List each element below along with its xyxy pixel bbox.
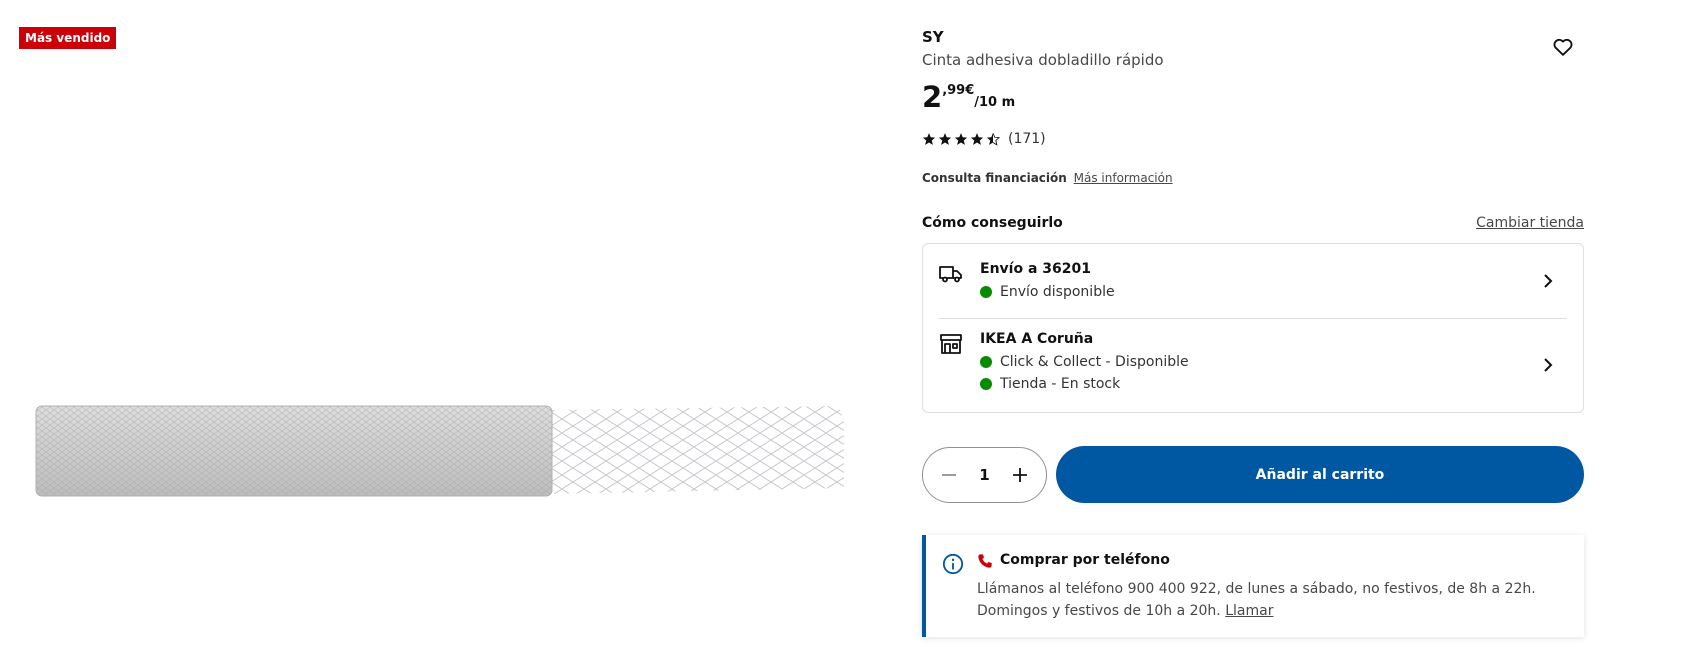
star-icon: [970, 133, 984, 145]
phone-purchase-title: Comprar por teléfono: [1000, 552, 1170, 568]
quantity-input[interactable]: [972, 466, 997, 484]
star-icon: [922, 133, 936, 145]
product-brand[interactable]: SY: [922, 28, 944, 46]
product-image: [35, 405, 844, 497]
price-integer: 2: [922, 80, 943, 114]
click-collect-status: Click & Collect - Disponible: [980, 354, 1189, 370]
change-store-link[interactable]: Cambiar tienda: [1476, 215, 1584, 231]
financing-label: Consulta financiación: [922, 171, 1067, 185]
decrease-quantity-button[interactable]: [939, 465, 959, 485]
delivery-title: Envío a 36201: [980, 261, 1091, 277]
delivery-option[interactable]: Envío a 36201 Envío disponible: [923, 244, 1583, 318]
chevron-right-icon: [1544, 358, 1553, 372]
financing-info: Consulta financiación Más información: [922, 171, 1173, 185]
store-title: IKEA A Coruña: [980, 331, 1094, 347]
store-stock-status: Tienda - En stock: [980, 376, 1120, 392]
more-info-link[interactable]: Más información: [1074, 171, 1173, 185]
add-to-cart-button[interactable]: Añadir al carrito: [1056, 446, 1584, 503]
star-half-icon: [986, 132, 1000, 146]
rating-stars: [922, 132, 1000, 146]
phone-purchase-text: Llámanos al teléfono 900 400 922, de lun…: [977, 578, 1557, 622]
rating-count: (171): [1008, 131, 1046, 147]
status-dot: [980, 286, 992, 298]
availability-box: Envío a 36201 Envío disponible IKEA A Co…: [922, 243, 1584, 413]
get-it-title: Cómo conseguirlo: [922, 215, 1063, 231]
bestseller-badge: Más vendido: [19, 27, 117, 49]
truck-icon: [939, 266, 962, 283]
minus-icon: [942, 474, 956, 476]
store-stock-status-text: Tienda - En stock: [1000, 376, 1121, 392]
phone-icon: [978, 554, 992, 568]
star-icon: [954, 133, 968, 145]
store-option[interactable]: IKEA A Coruña Click & Collect - Disponib…: [923, 318, 1583, 413]
star-icon: [938, 133, 952, 145]
store-icon: [940, 334, 962, 354]
plus-icon: [1013, 468, 1027, 482]
delivery-status: Envío disponible: [980, 284, 1115, 300]
increase-quantity-button[interactable]: [1010, 465, 1030, 485]
status-dot: [980, 378, 992, 390]
product-description: Cinta adhesiva dobladillo rápido: [922, 51, 1164, 69]
status-dot: [980, 356, 992, 368]
price-decimal: ,99€: [942, 83, 975, 98]
chevron-right-icon: [1544, 274, 1553, 288]
product-rating[interactable]: (171): [922, 131, 1046, 147]
heart-icon[interactable]: [1552, 36, 1574, 58]
info-icon: [942, 553, 964, 575]
phone-purchase-box: Comprar por teléfono Llámanos al teléfon…: [922, 535, 1584, 637]
price-unit: /10 m: [974, 95, 1016, 110]
click-collect-status-text: Click & Collect - Disponible: [1000, 354, 1189, 370]
product-price: 2 ,99€ /10 m: [922, 80, 1015, 114]
call-link[interactable]: Llamar: [1225, 603, 1273, 619]
quantity-stepper: [922, 447, 1047, 503]
delivery-status-text: Envío disponible: [1000, 284, 1115, 300]
